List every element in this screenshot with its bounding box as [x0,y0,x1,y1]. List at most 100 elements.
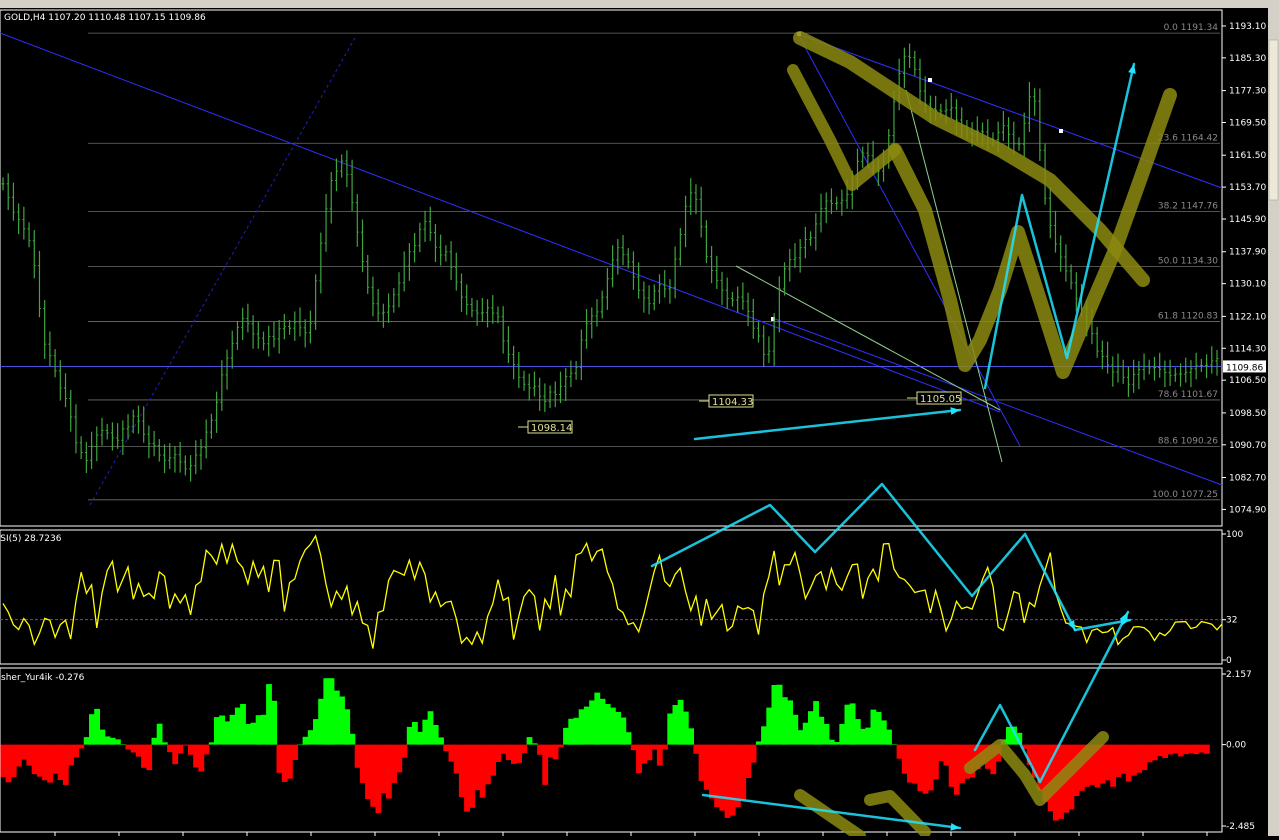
fisher-bar[interactable] [907,744,913,783]
fisher-bar[interactable] [615,711,621,745]
fisher-bar[interactable] [307,730,314,745]
fisher-bar[interactable] [219,715,225,745]
fisher-bar[interactable] [870,709,877,745]
fisher-bar[interactable] [1204,744,1210,754]
fisher-bar[interactable] [1136,744,1142,773]
fisher-bar[interactable] [1115,744,1122,777]
fisher-bar[interactable] [490,744,496,776]
fisher-bar[interactable] [755,741,762,745]
fisher-bar[interactable] [57,744,64,780]
fisher-bar[interactable] [875,711,882,745]
fisher-bar[interactable] [745,744,752,778]
fisher-bar[interactable] [109,737,116,745]
fisher-bar[interactable] [735,744,741,808]
fisher-bar[interactable] [448,744,455,762]
fisher-bar[interactable] [271,700,278,745]
fisher-bar[interactable] [1125,744,1132,782]
fisher-bar[interactable] [917,744,924,792]
fisher-bar[interactable] [255,715,262,745]
fisher-bar[interactable] [781,697,788,745]
fisher-bar[interactable] [10,744,17,777]
fisher-bar[interactable] [42,744,48,781]
fisher-bar[interactable] [203,744,210,755]
fisher-bar[interactable] [0,744,7,777]
fisher-bar[interactable] [438,737,444,745]
fisher-bar[interactable] [641,744,648,764]
fisher-bar[interactable] [761,726,767,745]
fisher-bar[interactable] [636,744,642,774]
fisher-bar[interactable] [557,744,564,748]
fisher-bar[interactable] [896,744,903,759]
fisher-bar[interactable] [646,744,653,761]
fisher-bar[interactable] [891,744,898,745]
fisher-bar[interactable] [323,678,330,745]
fisher-bar[interactable] [240,704,246,745]
fisher-bar[interactable] [933,744,939,780]
fisher-bar[interactable] [693,744,700,754]
fisher-bar[interactable] [1151,744,1158,761]
fisher-bar[interactable] [68,744,74,766]
fisher-bar[interactable] [156,723,163,745]
fisher-bar[interactable] [1099,744,1106,784]
fisher-bar[interactable] [94,708,100,745]
fisher-bar[interactable] [104,736,111,745]
fisher-bar[interactable] [1006,726,1012,745]
fisher-bar[interactable] [505,744,512,760]
fisher-bar[interactable] [443,744,450,752]
fisher-bar[interactable] [808,711,814,745]
fisher-bar[interactable] [26,744,33,766]
fisher-bar[interactable] [886,729,892,745]
fisher-bar[interactable] [511,744,517,764]
fisher-bar[interactable] [1131,744,1137,776]
fisher-bar[interactable] [161,742,168,745]
fisher-bar[interactable] [386,744,392,799]
fisher-bar[interactable] [797,730,804,745]
fisher-bar[interactable] [912,744,918,784]
fisher-bar[interactable] [172,744,179,765]
fisher-bar[interactable] [594,692,601,745]
fisher-bar[interactable] [250,722,257,745]
fisher-bar[interactable] [1120,744,1127,774]
fisher-bar[interactable] [198,744,205,772]
fisher-bar[interactable] [5,744,12,783]
fisher-bar[interactable] [787,700,793,745]
fisher-bar[interactable] [1167,744,1174,755]
fisher-bar[interactable] [604,704,611,745]
fisher-bar[interactable] [953,744,960,795]
fisher-bar[interactable] [849,703,856,745]
fisher-bar[interactable] [125,744,132,750]
fisher-bar[interactable] [396,744,403,773]
fisher-bar[interactable] [167,744,173,753]
fisher-bar[interactable] [1198,744,1205,753]
fisher-bar[interactable] [818,716,825,745]
fisher-bar[interactable] [834,742,840,745]
fisher-bar[interactable] [245,724,252,745]
price-panel[interactable]: 0.0 1191.34 23.6 1164.42 38.2 1147.76 50.0 … [0,9,1266,527]
fisher-bar[interactable] [1162,744,1169,758]
fisher-bar[interactable] [719,744,726,811]
fisher-bar[interactable] [401,744,408,758]
fisher-bar[interactable] [662,744,668,750]
fisher-bar[interactable] [688,728,694,745]
fisher-bar[interactable] [469,744,476,808]
fisher-bar[interactable] [537,744,543,755]
fisher-bar[interactable] [672,705,679,745]
fisher-bar[interactable] [380,744,387,794]
fisher-bar[interactable] [458,744,465,797]
fisher-bar[interactable] [432,725,439,745]
fisher-bar[interactable] [792,714,799,745]
fisher-bar[interactable] [927,744,934,791]
fisher-bar[interactable] [16,744,22,767]
anchor-point[interactable] [1059,129,1063,133]
fisher-bar[interactable] [297,744,304,746]
fisher-bar[interactable] [89,714,95,745]
fisher-bar[interactable] [83,737,90,745]
fisher-bar[interactable] [73,744,80,758]
fisher-bar[interactable] [880,720,887,745]
fisher-bar[interactable] [500,744,507,754]
fisher-bar[interactable] [948,744,955,787]
fisher-bar[interactable] [526,737,533,745]
fisher-bar[interactable] [656,744,663,766]
fisher-bar[interactable] [318,698,324,745]
fisher-bar[interactable] [1110,744,1116,787]
